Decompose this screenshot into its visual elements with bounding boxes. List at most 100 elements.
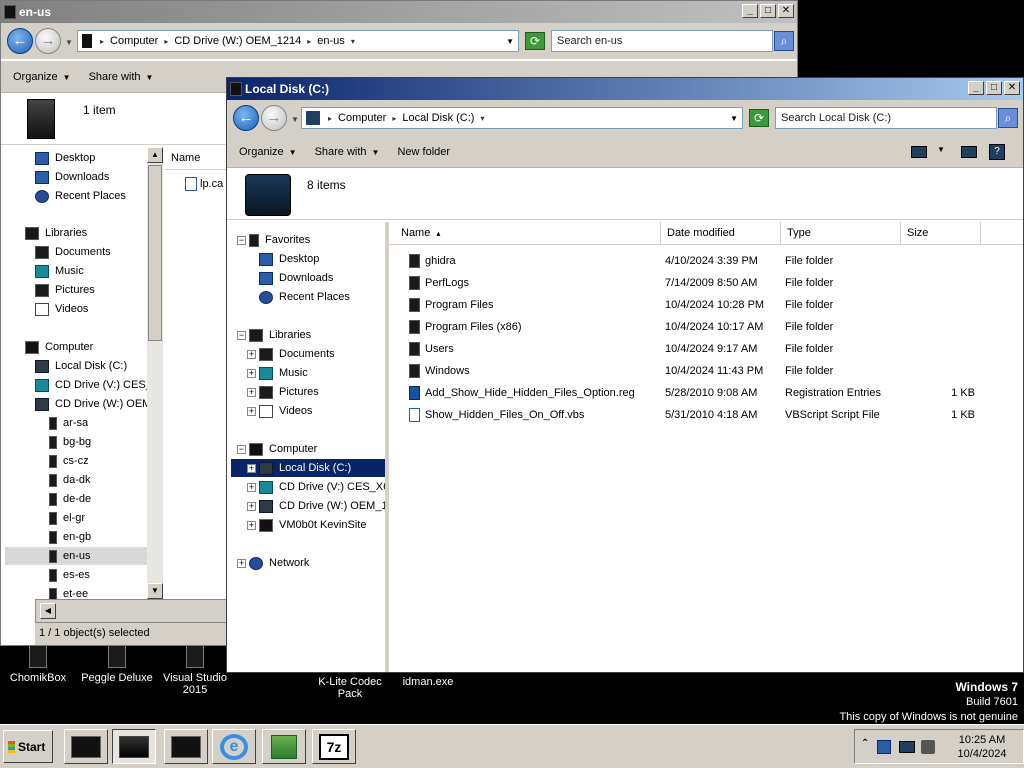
organize-menu[interactable]: Organize ▼: [13, 71, 71, 83]
minimize-button[interactable]: _: [968, 81, 984, 95]
back-button[interactable]: ←: [233, 105, 259, 131]
desktop-icon-klite[interactable]: K-Lite Codec Pack: [314, 676, 386, 700]
file-row[interactable]: PerfLogs 7/14/2009 8:50 AM File folder: [389, 272, 1023, 294]
nav-music[interactable]: Music: [35, 262, 84, 280]
file-row[interactable]: ghidra 4/10/2024 3:39 PM File folder: [389, 250, 1023, 272]
volume-icon[interactable]: [921, 740, 935, 754]
nav-scrollbar[interactable]: ▲ ▼: [147, 147, 163, 599]
address-bar[interactable]: ▸ Computer ▸ CD Drive (W:) OEM_1214 ▸ en…: [77, 30, 519, 52]
nav-network[interactable]: Network: [249, 554, 309, 572]
nav-pictures[interactable]: Pictures: [35, 281, 95, 299]
scroll-down-button[interactable]: ▼: [147, 583, 163, 599]
column-name[interactable]: Name ▴: [389, 222, 661, 245]
collapse-libraries[interactable]: −: [237, 331, 246, 340]
nav-favorites[interactable]: Favorites: [249, 231, 310, 249]
start-button[interactable]: Start: [3, 730, 53, 763]
title-bar[interactable]: Local Disk (C:) _ □ ✕: [227, 78, 1023, 100]
desktop-icon-visual-studio[interactable]: Visual Studio 2015: [160, 644, 230, 696]
history-dropdown[interactable]: ▼: [291, 115, 299, 124]
nav-cd-drive-v[interactable]: CD Drive (V:) CES_X64: [259, 478, 387, 496]
nav-libraries[interactable]: Libraries: [25, 224, 87, 242]
refresh-button[interactable]: ⟳: [525, 32, 545, 50]
maximize-button[interactable]: □: [760, 4, 776, 18]
minimize-button[interactable]: _: [742, 4, 758, 18]
column-name[interactable]: Name: [165, 147, 235, 170]
expand-videos[interactable]: +: [247, 407, 256, 416]
refresh-button[interactable]: ⟳: [749, 109, 769, 127]
column-type[interactable]: Type: [781, 222, 901, 245]
nav-folder-ar-sa[interactable]: ar-sa: [49, 414, 88, 432]
address-bar[interactable]: ▸ Computer ▸ Local Disk (C:) ▾ ▼: [301, 107, 743, 129]
horizontal-scrollbar[interactable]: ◀: [35, 599, 229, 623]
taskbar-command-prompt-2[interactable]: [164, 729, 208, 764]
nav-desktop[interactable]: Desktop: [35, 149, 95, 167]
scroll-left-button[interactable]: ◀: [40, 603, 56, 619]
nav-videos[interactable]: Videos: [35, 300, 88, 318]
search-icon[interactable]: ⌕: [774, 31, 794, 51]
nav-folder-da-dk[interactable]: da-dk: [49, 471, 91, 489]
nav-folder-et-ee[interactable]: et-ee: [49, 585, 88, 599]
nav-recent-places[interactable]: Recent Places: [35, 187, 126, 205]
nav-computer[interactable]: Computer: [249, 440, 317, 458]
nav-recent-places[interactable]: Recent Places: [259, 288, 350, 306]
nav-documents[interactable]: Documents: [259, 345, 335, 363]
nav-music[interactable]: Music: [259, 364, 308, 382]
expand-cd-drive-v[interactable]: +: [247, 483, 256, 492]
nav-folder-cs-cz[interactable]: cs-cz: [49, 452, 89, 470]
file-row[interactable]: Add_Show_Hide_Hidden_Files_Option.reg 5/…: [389, 382, 1023, 404]
address-dropdown[interactable]: ▼: [730, 114, 738, 123]
network-icon[interactable]: [899, 741, 915, 753]
action-center-icon[interactable]: [877, 740, 891, 754]
column-size[interactable]: Size: [901, 222, 981, 245]
title-bar[interactable]: en-us _ □ ✕: [1, 1, 797, 23]
nav-cd-drive-v[interactable]: CD Drive (V:) CES_: [35, 376, 147, 394]
nav-folder-es-es[interactable]: es-es: [49, 566, 90, 584]
expand-local-disk[interactable]: +: [247, 464, 256, 473]
scroll-thumb[interactable]: [148, 165, 162, 341]
file-row[interactable]: lp.ca: [185, 177, 223, 191]
clock[interactable]: 10:25 AM 10/4/2024: [943, 733, 1021, 761]
file-row[interactable]: Program Files (x86) 10/4/2024 10:17 AM F…: [389, 316, 1023, 338]
nav-cd-drive-w[interactable]: CD Drive (W:) OEM: [35, 395, 147, 413]
nav-videos[interactable]: Videos: [259, 402, 312, 420]
preview-pane-icon[interactable]: [961, 146, 977, 158]
help-icon[interactable]: ?: [989, 144, 1005, 160]
close-button[interactable]: ✕: [778, 4, 794, 18]
search-icon[interactable]: ⌕: [998, 108, 1018, 128]
file-row[interactable]: Program Files 10/4/2024 10:28 PM File fo…: [389, 294, 1023, 316]
file-row[interactable]: Show_Hidden_Files_On_Off.vbs 5/31/2010 4…: [389, 404, 1023, 426]
search-input[interactable]: Search en-us: [551, 30, 773, 52]
new-folder-button[interactable]: New folder: [397, 146, 450, 158]
breadcrumb-en-us[interactable]: en-us: [317, 35, 345, 47]
explorer-window-local-disk[interactable]: Local Disk (C:) _ □ ✕ ← → ▼ ▸ Computer ▸…: [226, 77, 1024, 673]
taskbar-command-prompt[interactable]: [64, 729, 108, 764]
back-button[interactable]: ←: [7, 28, 33, 54]
forward-button[interactable]: →: [35, 28, 61, 54]
desktop-icon-peggle[interactable]: Peggle Deluxe: [80, 644, 154, 684]
share-with-menu[interactable]: Share with ▼: [89, 71, 154, 83]
breadcrumb-cd-drive[interactable]: CD Drive (W:) OEM_1214: [174, 35, 301, 47]
change-view-icon[interactable]: [911, 146, 927, 158]
collapse-favorites[interactable]: −: [237, 236, 246, 245]
taskbar-installer[interactable]: [262, 729, 306, 764]
expand-documents[interactable]: +: [247, 350, 256, 359]
search-input[interactable]: Search Local Disk (C:): [775, 107, 997, 129]
nav-folder-en-gb[interactable]: en-gb: [49, 528, 91, 546]
history-dropdown[interactable]: ▼: [65, 38, 73, 47]
nav-network-drive[interactable]: VM0b0t KevinSite: [259, 516, 366, 534]
address-dropdown[interactable]: ▼: [506, 37, 514, 46]
nav-computer[interactable]: Computer: [25, 338, 93, 356]
nav-desktop[interactable]: Desktop: [259, 250, 319, 268]
expand-music[interactable]: +: [247, 369, 256, 378]
file-row[interactable]: Users 10/4/2024 9:17 AM File folder: [389, 338, 1023, 360]
nav-folder-bg-bg[interactable]: bg-bg: [49, 433, 91, 451]
expand-network[interactable]: +: [237, 559, 246, 568]
scroll-up-button[interactable]: ▲: [147, 147, 163, 163]
organize-menu[interactable]: Organize ▼: [239, 146, 297, 158]
nav-downloads[interactable]: Downloads: [35, 168, 109, 186]
close-button[interactable]: ✕: [1004, 81, 1020, 95]
nav-cd-drive-w[interactable]: CD Drive (W:) OEM_12: [259, 497, 387, 515]
file-row[interactable]: Windows 10/4/2024 11:43 PM File folder: [389, 360, 1023, 382]
expand-pictures[interactable]: +: [247, 388, 256, 397]
share-with-menu[interactable]: Share with ▼: [315, 146, 380, 158]
